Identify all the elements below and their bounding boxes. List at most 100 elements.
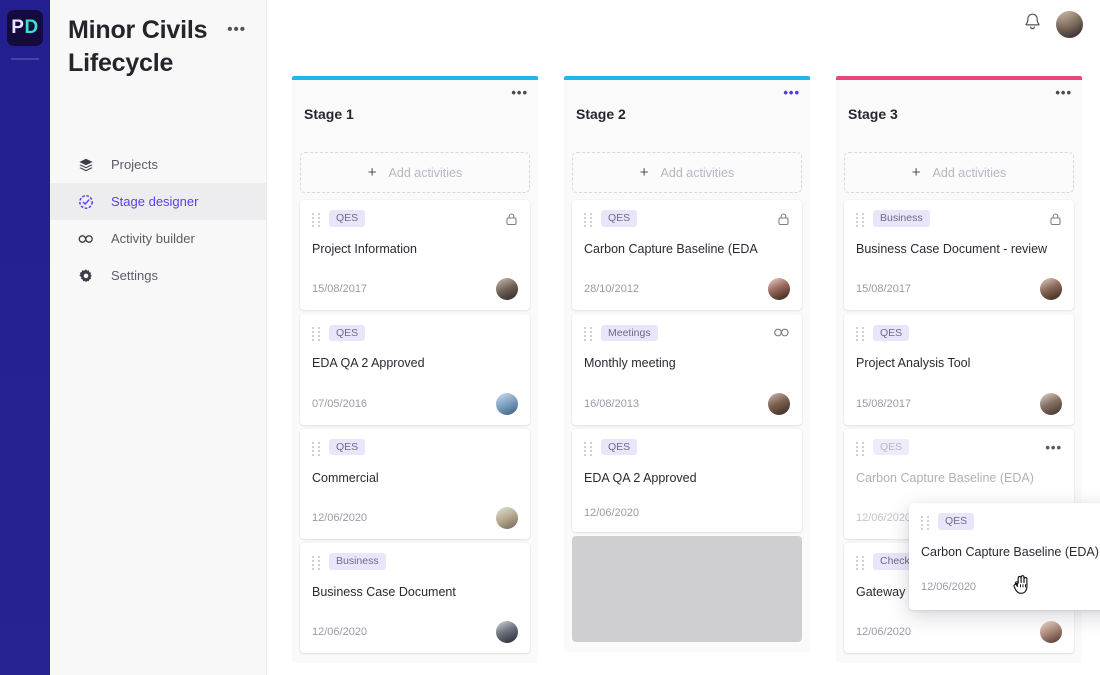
- logo-letter-p: P: [11, 17, 25, 38]
- column-header: ••• Stage 2: [564, 80, 810, 152]
- card-footer: 12/06/2020: [312, 506, 518, 529]
- card-top-row: QES: [856, 323, 1062, 342]
- project-menu-dots-button[interactable]: •••: [225, 14, 248, 45]
- card-assignee-avatar[interactable]: [1040, 278, 1062, 301]
- card-footer: 15/08/2017: [856, 278, 1062, 301]
- logo-letter-d: D: [24, 17, 39, 38]
- card-menu-dots-button[interactable]: •••: [1045, 440, 1062, 455]
- column-title: Stage 1: [304, 106, 354, 122]
- brand-rail: PD: [0, 0, 50, 675]
- card-assignee-avatar[interactable]: [496, 392, 518, 415]
- card-tag: QES: [329, 210, 366, 227]
- card-assignee-avatar[interactable]: [496, 278, 518, 301]
- card-title: Carbon Capture Baseline (EDA): [856, 470, 1034, 485]
- rail-divider: [11, 58, 39, 60]
- drag-handle-icon[interactable]: [312, 327, 321, 342]
- drag-handle-icon[interactable]: [584, 327, 593, 342]
- notification-bell-icon[interactable]: [1023, 12, 1042, 37]
- drag-handle-icon[interactable]: [856, 441, 865, 456]
- drag-drop-placeholder: [572, 535, 802, 642]
- card-assignee-avatar[interactable]: [496, 506, 518, 529]
- app-logo[interactable]: PD: [7, 10, 43, 46]
- user-avatar[interactable]: [1056, 10, 1083, 38]
- card-top-row: QES: [312, 209, 518, 228]
- drag-handle-icon[interactable]: [856, 327, 865, 342]
- card-top-row: QES: [584, 438, 790, 457]
- drag-handle-icon[interactable]: [584, 213, 593, 227]
- drag-handle-icon[interactable]: [856, 555, 865, 570]
- sidebar-item-label: Projects: [111, 157, 158, 172]
- add-activities-button[interactable]: + Add activities: [300, 152, 530, 193]
- activity-card[interactable]: QES Carbon Capture Baseline (EDA 28/10/2…: [572, 200, 802, 311]
- column-header: ••• Stage 3: [836, 80, 1082, 152]
- card-assignee-avatar[interactable]: [768, 278, 790, 301]
- card-footer: 15/08/2017: [312, 278, 518, 301]
- card-title: Monthly meeting: [584, 356, 676, 371]
- activity-card[interactable]: QES Project Analysis Tool 15/08/2017: [844, 314, 1074, 425]
- card-tag: QES: [329, 438, 366, 456]
- card-date: 12/06/2020: [921, 581, 977, 594]
- board-column-stage-1: ••• Stage 1 + Add activities QES Project…: [292, 76, 538, 675]
- card-list: QES Project Information 15/08/2017 QES E…: [300, 200, 530, 653]
- card-footer: 28/10/2012: [584, 278, 790, 301]
- drag-handle-icon[interactable]: [312, 555, 321, 570]
- activity-card[interactable]: QES Project Information 15/08/2017: [300, 200, 530, 311]
- add-activities-button[interactable]: + Add activities: [844, 152, 1074, 193]
- card-top-row: Business: [312, 552, 518, 571]
- drag-handle-icon[interactable]: [312, 213, 321, 227]
- card-footer: 07/05/2016: [312, 392, 518, 415]
- card-date: 12/06/2020: [312, 626, 368, 638]
- sidebar-item-projects[interactable]: Projects: [50, 146, 266, 183]
- sidebar-item-settings[interactable]: Settings: [50, 257, 266, 294]
- card-top-row: QES •••: [856, 438, 1062, 457]
- card-tag: Meetings: [601, 324, 658, 341]
- card-date: 15/08/2017: [312, 283, 368, 296]
- activity-card[interactable]: Meetings Monthly meeting 16/08/2013: [572, 314, 802, 425]
- drag-handle-icon[interactable]: [584, 441, 593, 456]
- project-title: Minor Civils Lifecycle: [68, 16, 208, 77]
- card-assignee-avatar[interactable]: [496, 621, 518, 643]
- card-assignee-avatar[interactable]: [1040, 621, 1062, 643]
- activity-card[interactable]: QES EDA QA 2 Approved 07/05/2016: [300, 314, 530, 425]
- card-date: 12/06/2020: [584, 506, 640, 519]
- column-menu-dots-button[interactable]: •••: [1055, 86, 1072, 99]
- infinity-icon: [78, 231, 94, 247]
- lock-icon: [1049, 212, 1062, 226]
- sidebar-header: Minor Civils Lifecycle •••: [50, 0, 266, 80]
- activity-card[interactable]: Business Business Case Document - review…: [844, 200, 1074, 311]
- activity-card[interactable]: QES Commercial 12/06/2020: [300, 428, 530, 539]
- card-list: QES Carbon Capture Baseline (EDA 28/10/2…: [572, 200, 802, 642]
- card-footer: 15/08/2017: [856, 392, 1062, 415]
- card-title: Carbon Capture Baseline (EDA): [921, 545, 1099, 559]
- stage-clock-icon: [78, 194, 94, 210]
- drag-handle-icon[interactable]: [856, 213, 865, 227]
- activity-card[interactable]: QES EDA QA 2 Approved 12/06/2020: [572, 428, 802, 532]
- card-assignee-avatar[interactable]: [768, 392, 790, 415]
- plus-icon: +: [639, 164, 649, 181]
- column-title: Stage 3: [848, 106, 898, 122]
- sidebar-item-activity-builder[interactable]: Activity builder: [50, 220, 266, 257]
- card-top-row: QES: [584, 209, 790, 228]
- sidebar-nav: Projects Stage designer Activity builder…: [50, 146, 266, 294]
- activity-card[interactable]: Business Business Case Document 12/06/20…: [300, 542, 530, 653]
- drag-handle-icon[interactable]: [921, 516, 930, 530]
- add-activities-button[interactable]: + Add activities: [572, 152, 802, 193]
- card-top-row: Business: [856, 209, 1062, 228]
- card-title: Business Case Document - review: [856, 242, 1048, 256]
- column-menu-dots-button[interactable]: •••: [783, 86, 800, 99]
- infinity-icon: [773, 327, 790, 338]
- card-date: 15/08/2017: [856, 283, 912, 296]
- column-menu-dots-button[interactable]: •••: [511, 86, 528, 99]
- card-tag: Business: [873, 210, 930, 227]
- layers-icon: [78, 157, 94, 173]
- dragged-activity-card[interactable]: QES ••• Carbon Capture Baseline (EDA) 12…: [909, 503, 1100, 610]
- sidebar-item-label: Settings: [111, 268, 158, 283]
- card-tag: QES: [601, 438, 638, 456]
- card-title: Project Analysis Tool: [856, 356, 971, 371]
- sidebar-item-label: Activity builder: [111, 231, 195, 246]
- sidebar-item-label: Stage designer: [111, 194, 199, 209]
- card-assignee-avatar[interactable]: [1040, 392, 1062, 415]
- sidebar-item-stage-designer[interactable]: Stage designer: [50, 183, 266, 220]
- main-area: ••• Stage 1 + Add activities QES Project…: [267, 0, 1100, 675]
- drag-handle-icon[interactable]: [312, 441, 321, 456]
